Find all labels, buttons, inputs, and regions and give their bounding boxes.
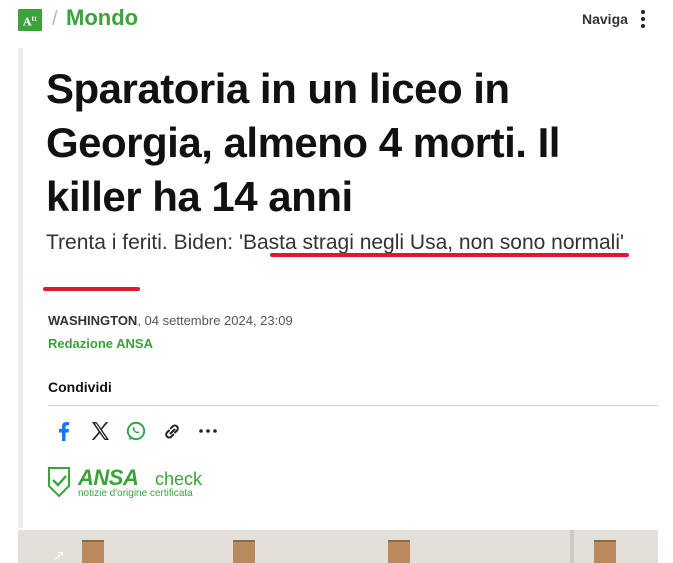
- article-author[interactable]: Redazione ANSA: [48, 336, 153, 351]
- whatsapp-icon[interactable]: [125, 419, 147, 443]
- share-label: Condividi: [48, 379, 112, 395]
- photo-detail: [233, 540, 255, 563]
- expand-icon[interactable]: ↗: [53, 548, 65, 563]
- subtitle-text: Trenta i feriti. Biden:: [46, 231, 239, 254]
- photo-detail: [594, 540, 616, 563]
- left-rule: [18, 48, 23, 528]
- ansa-logo[interactable]: Att: [18, 9, 42, 31]
- ansa-check-suffix: check: [155, 469, 203, 489]
- article-photo[interactable]: ↗: [18, 530, 658, 563]
- subtitle-quote: 'Basta stragi negli Usa, non sono normal…: [238, 231, 625, 254]
- section-link[interactable]: Mondo: [66, 5, 138, 31]
- article-title: Sparatoria in un liceo in Georgia, almen…: [46, 65, 560, 220]
- top-bar: Att / Mondo Naviga: [0, 0, 673, 38]
- ansa-check-tagline: notizie d'origine certificata: [78, 488, 193, 499]
- link-icon[interactable]: [161, 419, 183, 443]
- naviga-menu-button[interactable]: Naviga: [582, 11, 628, 27]
- photo-detail: [82, 540, 104, 563]
- shield-check-icon: [47, 466, 71, 498]
- kebab-menu-icon[interactable]: [641, 10, 647, 28]
- red-underline-annotation: [43, 287, 140, 291]
- red-underline-annotation: [270, 253, 629, 257]
- share-divider: [48, 405, 658, 406]
- photo-detail: [388, 540, 410, 563]
- ansa-check-badge[interactable]: ANSA check notizie d'origine certificata: [47, 465, 247, 505]
- photo-detail: [570, 530, 574, 563]
- article-date: , 04 settembre 2024, 23:09: [137, 313, 293, 328]
- article-dateline: WASHINGTON, 04 settembre 2024, 23:09: [48, 313, 293, 328]
- article-location: WASHINGTON: [48, 313, 138, 328]
- breadcrumb-separator: /: [52, 8, 58, 30]
- x-icon[interactable]: [89, 419, 111, 443]
- more-icon[interactable]: [197, 419, 219, 443]
- facebook-icon[interactable]: [53, 419, 75, 443]
